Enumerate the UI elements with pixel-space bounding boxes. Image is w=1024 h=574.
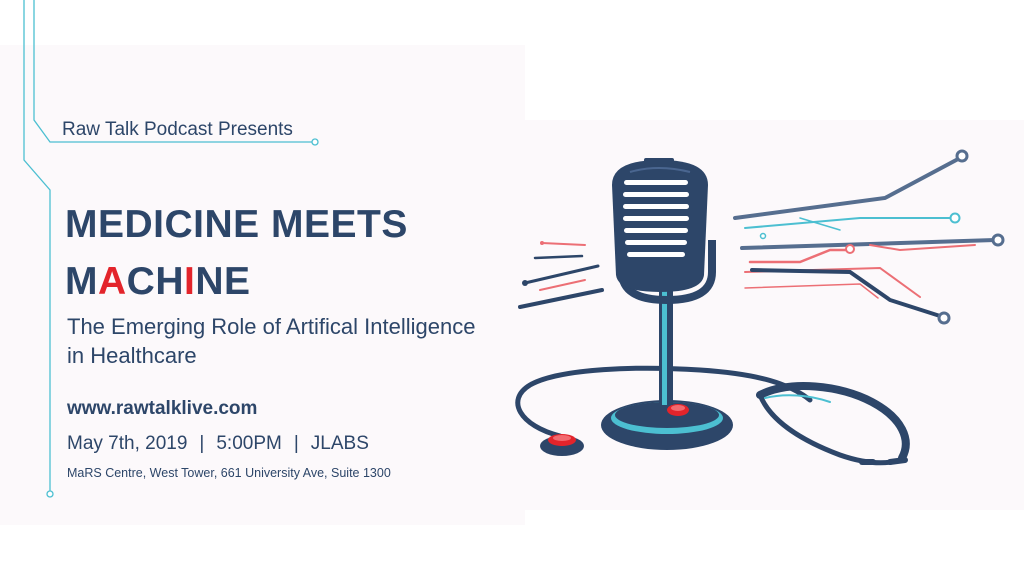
- event-poster: Raw Talk Podcast Presents MEDICINE MEETS…: [0, 0, 1024, 574]
- microphone-icon: [601, 158, 733, 450]
- illustration: [515, 149, 1005, 466]
- title-line-1: MEDICINE MEETS: [65, 203, 408, 246]
- event-details: May 7th, 2019 | 5:00PM | JLABS: [67, 433, 369, 455]
- title-letter-i-highlight: I: [184, 260, 196, 303]
- presenter-label: Raw Talk Podcast Presents: [62, 119, 293, 140]
- event-address: MaRS Centre, West Tower, 661 University …: [67, 466, 391, 480]
- title-letters-ch: CH: [126, 260, 185, 303]
- separator: |: [293, 433, 299, 454]
- title-letter-a-highlight: A: [98, 260, 127, 303]
- event-venue: JLABS: [310, 433, 369, 454]
- event-time: 5:00PM: [216, 433, 282, 454]
- subtitle: The Emerging Role of Artifical Intellige…: [67, 314, 476, 368]
- sound-lines-icon: [518, 241, 604, 309]
- event-date: May 7th, 2019: [67, 433, 188, 454]
- website-link[interactable]: www.rawtalklive.com: [67, 398, 257, 420]
- title-letters-ne: NE: [195, 260, 251, 303]
- separator: |: [199, 433, 205, 454]
- signal-lines-icon: [733, 149, 1005, 325]
- title-letter-m: M: [65, 260, 98, 303]
- title-line-2: MACHINE: [65, 260, 251, 304]
